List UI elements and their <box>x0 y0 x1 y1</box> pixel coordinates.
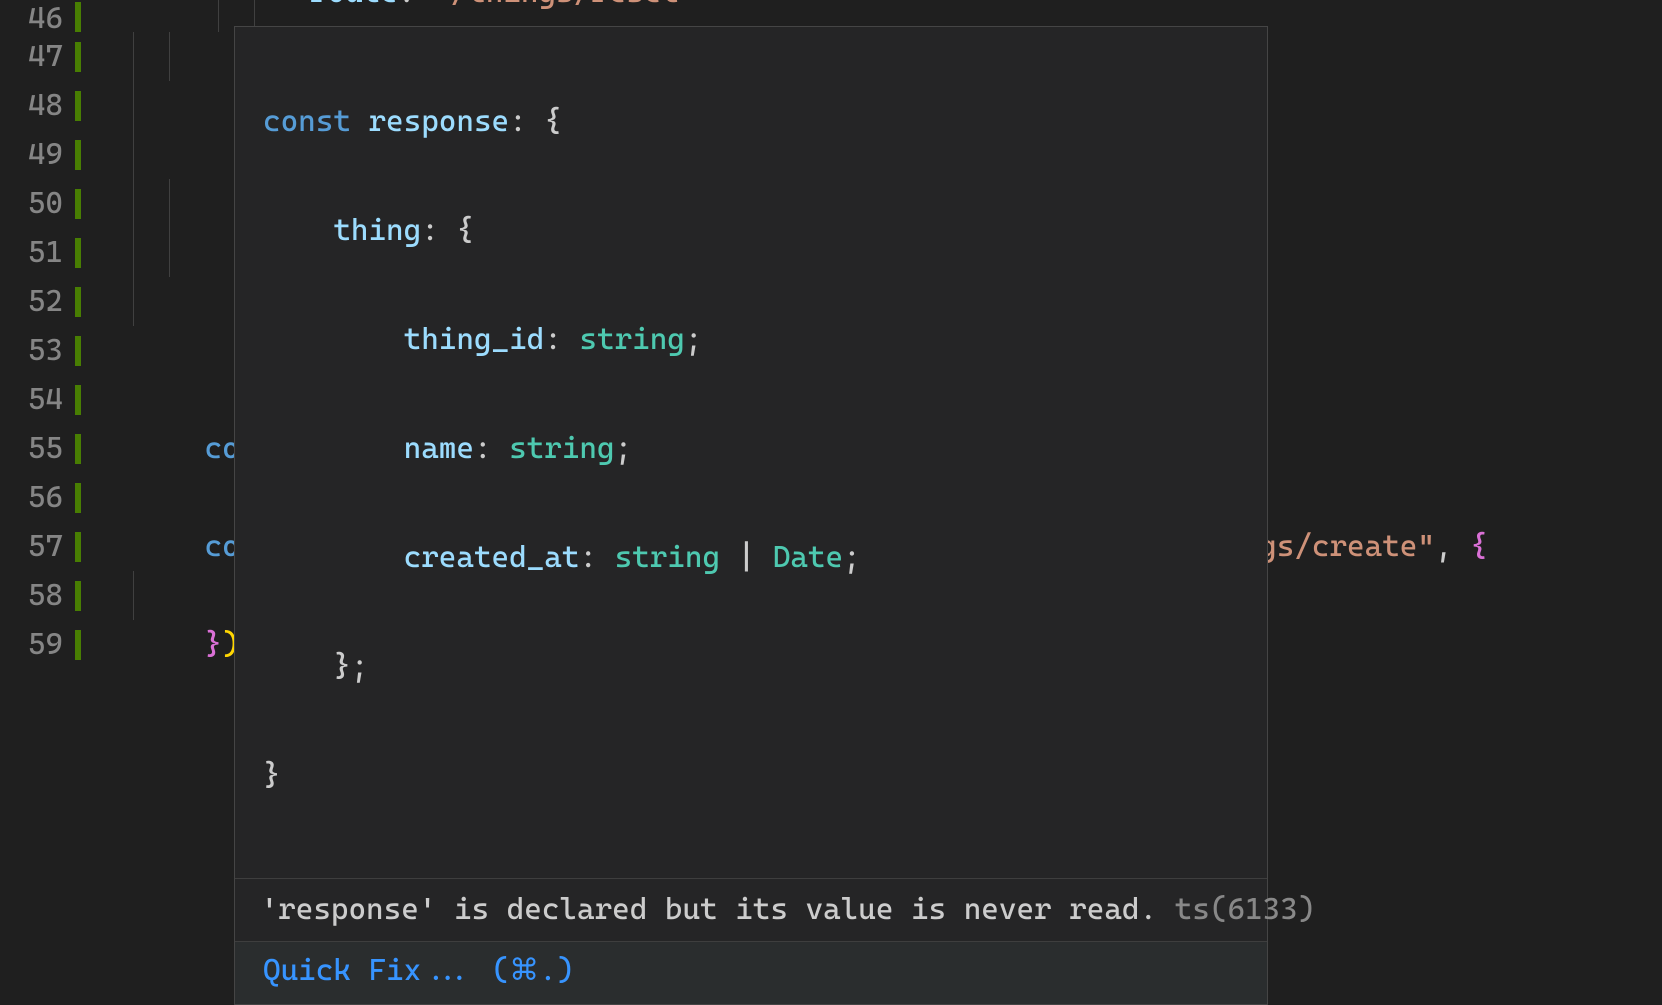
line-number: 46 <box>28 4 85 32</box>
gutter: 55 <box>0 434 85 464</box>
git-added-bar <box>75 140 81 170</box>
tooltip-separator <box>235 878 1267 879</box>
gutter: 46 <box>0 2 85 32</box>
git-added-bar <box>75 287 81 317</box>
git-added-bar <box>75 238 81 268</box>
git-added-bar <box>75 581 81 611</box>
git-added-bar <box>75 532 81 562</box>
quick-fix-action[interactable]: Quick Fix... (⌘.) <box>235 942 1267 1004</box>
gutter: 59 <box>0 630 85 660</box>
gutter: 49 <box>0 140 85 170</box>
gutter: 56 <box>0 483 85 513</box>
gutter: 52 <box>0 287 85 317</box>
git-added-bar <box>75 434 81 464</box>
git-added-bar <box>75 42 81 72</box>
code-editor[interactable]: 46 route: "/things/reset" 47 me 48 <box>0 0 1662 736</box>
gutter: 48 <box>0 91 85 121</box>
gutter: 54 <box>0 385 85 415</box>
git-added-bar <box>75 483 81 513</box>
quick-fix-shortcut: (⌘.) <box>492 953 575 988</box>
git-added-bar <box>75 336 81 366</box>
hover-tooltip[interactable]: const response: { thing: { thing_id: str… <box>234 26 1268 1005</box>
diagnostic-message: 'response' is declared but its value is … <box>235 879 1267 941</box>
tooltip-separator <box>235 941 1267 942</box>
hover-type-info: const response: { thing: { thing_id: str… <box>235 27 1267 878</box>
gutter: 53 <box>0 336 85 366</box>
gutter: 57 <box>0 532 85 562</box>
gutter: 50 <box>0 189 85 219</box>
git-added-bar <box>75 189 81 219</box>
git-added-bar <box>75 630 81 660</box>
gutter: 47 <box>0 42 85 72</box>
quick-fix-link[interactable]: Quick Fix... <box>263 953 492 988</box>
git-added-bar <box>75 385 81 415</box>
git-added-bar <box>75 91 81 121</box>
gutter: 58 <box>0 581 85 611</box>
gutter: 51 <box>0 238 85 268</box>
